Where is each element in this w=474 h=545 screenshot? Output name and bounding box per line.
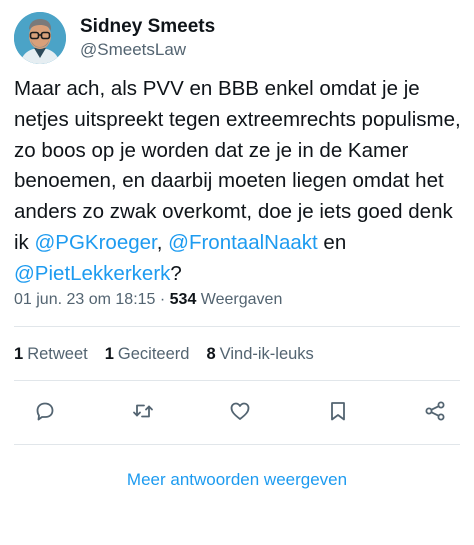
retweets-label: Retweet <box>27 345 88 363</box>
mention-link-pietlekkerkerk[interactable]: @PietLekkerkerk <box>14 262 170 285</box>
bookmark-icon <box>330 402 345 421</box>
quotes-count: 1 <box>104 345 114 363</box>
avatar[interactable] <box>14 12 66 64</box>
reply-icon <box>36 402 54 421</box>
tweet-text: Maar ach, als PVV en BBB enkel omdat je … <box>14 74 464 290</box>
retweets-count: 1 <box>14 345 24 363</box>
tweet-text-segment: en <box>317 230 347 254</box>
views-label: Weergaven <box>196 291 283 308</box>
share-button[interactable] <box>420 396 450 426</box>
tweet-actions <box>30 396 450 426</box>
divider <box>14 326 460 327</box>
likes-stat[interactable]: 8 Vind-ik-leuks <box>206 343 313 365</box>
tweet-text-segment: ? <box>170 261 182 285</box>
divider <box>14 380 460 381</box>
tweet-text-segment: Maar ach, als PVV en BBB enkel omdat je … <box>14 77 461 254</box>
likes-count: 8 <box>206 345 216 363</box>
bookmark-button[interactable] <box>323 396 353 426</box>
like-button[interactable] <box>225 396 255 426</box>
views-count: 534 <box>169 291 197 308</box>
tweet-meta: 01 jun. 23 om 18:15 · 534 Weergaven <box>14 289 282 311</box>
divider <box>14 444 460 445</box>
author-info: Sidney Smeets @SmeetsLaw <box>80 15 215 61</box>
more-replies-link[interactable]: Meer antwoorden weergeven <box>0 468 474 492</box>
retweet-icon <box>132 404 153 418</box>
tweet-stats: 1 Retweet 1 Geciteerd 8 Vind-ik-leuks <box>14 343 331 365</box>
author-handle[interactable]: @SmeetsLaw <box>80 39 215 61</box>
retweets-stat[interactable]: 1 Retweet <box>14 343 88 365</box>
meta-separator: · <box>155 291 170 308</box>
author-display-name[interactable]: Sidney Smeets <box>80 15 215 39</box>
tweet-text-segment: , <box>156 230 169 254</box>
tweet-detail: Sidney Smeets @SmeetsLaw Maar ach, als P… <box>0 0 474 545</box>
quotes-label: Geciteerd <box>117 345 190 363</box>
quotes-stat[interactable]: 1 Geciteerd <box>105 343 190 365</box>
tweet-header: Sidney Smeets @SmeetsLaw <box>14 10 215 66</box>
mention-link-pgkroeger[interactable]: @PGKroeger <box>35 231 157 254</box>
likes-label: Vind-ik-leuks <box>219 345 314 363</box>
retweet-button[interactable] <box>128 396 158 426</box>
like-icon <box>230 402 250 420</box>
share-icon <box>425 401 445 421</box>
reply-button[interactable] <box>30 396 60 426</box>
mention-link-frontaalnaakt[interactable]: @FrontaalNaakt <box>168 231 318 254</box>
avatar-illustration <box>14 12 66 64</box>
tweet-timestamp[interactable]: 01 jun. 23 om 18:15 <box>14 291 155 308</box>
